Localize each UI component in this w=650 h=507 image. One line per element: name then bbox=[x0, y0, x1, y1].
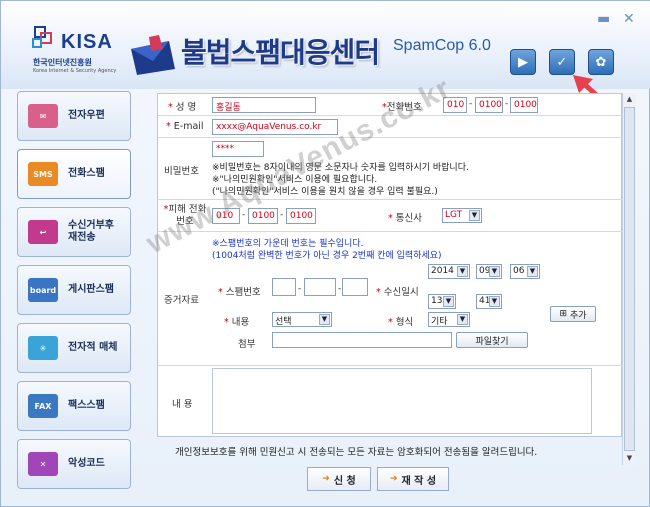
password-label: 비밀번호 bbox=[164, 166, 199, 177]
phone-sms-icon: SMS bbox=[28, 162, 58, 186]
scroll-up-icon[interactable]: ▲ bbox=[623, 93, 636, 106]
scroll-down-icon[interactable]: ▼ bbox=[623, 452, 636, 465]
close-button[interactable]: ✕ bbox=[623, 11, 635, 27]
submit-button[interactable]: ➔ 신 청 bbox=[307, 467, 371, 491]
sidebar-item-label: 팩스스팸 bbox=[68, 400, 105, 411]
month-select[interactable]: 09 ▼ bbox=[476, 264, 502, 279]
add-icon: ⊞ bbox=[559, 309, 567, 319]
puzzle-icon: ✿ bbox=[595, 54, 607, 70]
sidebar-item-resend[interactable]: ↩ 수신거부후 재전송 bbox=[17, 207, 131, 257]
victim-phone-part-3-input[interactable]: 0100 bbox=[286, 208, 316, 224]
sidebar-item-label: 게시판스팸 bbox=[68, 284, 114, 295]
sidebar-item-label: 수신거부후 재전송 bbox=[68, 220, 114, 243]
body-textarea[interactable] bbox=[212, 368, 592, 434]
form-scrollbar[interactable]: ▲ ▼ bbox=[622, 93, 636, 465]
kisa-subtitle-en: Korea Internet & Security Agency bbox=[33, 68, 117, 74]
rewrite-button[interactable]: ➔ 재 작 성 bbox=[377, 467, 449, 491]
spam-number-part-3-input[interactable] bbox=[342, 278, 368, 296]
spam-number-part-2-input[interactable] bbox=[304, 278, 336, 296]
sidebar-item-fax-spam[interactable]: FAX 팩스스팸 bbox=[17, 381, 131, 431]
document-x-icon: ✕ bbox=[28, 452, 58, 476]
chevron-down-icon: ▼ bbox=[489, 296, 500, 307]
chevron-down-icon: ▼ bbox=[469, 210, 480, 221]
sidebar-item-phone-spam[interactable]: SMS 전화스팸 bbox=[17, 149, 131, 199]
app-window: KISA 한국인터넷진흥원 Korea Internet & Security … bbox=[0, 0, 650, 507]
year-select[interactable]: 2014 ▼ bbox=[428, 264, 470, 279]
email-label: * E-mail bbox=[166, 121, 204, 132]
received-datetime-label: * 수신일시 bbox=[376, 287, 419, 298]
format-label: * 형식 bbox=[388, 317, 414, 328]
evidence-label: 증거자료 bbox=[164, 295, 199, 306]
evidence-row: 증거자료 ※스팸번호의 가운데 번호는 필수입니다. (1004처럼 완벽한 번… bbox=[158, 232, 623, 366]
minute-select[interactable]: 41 ▼ bbox=[476, 294, 502, 309]
phone-part-3-input[interactable]: 0100 bbox=[510, 97, 538, 113]
format-select[interactable]: 기타 ▼ bbox=[428, 312, 470, 327]
privacy-note: 개인정보보호를 위해 민원신고 시 전송되는 모든 자료는 암호화되어 전송됨을… bbox=[175, 447, 538, 458]
sidebar-item-email[interactable]: ✉ 전자우편 bbox=[17, 91, 131, 141]
attach-label: 첨부 bbox=[238, 339, 256, 350]
scroll-thumb[interactable] bbox=[624, 107, 635, 451]
next-button[interactable]: ▶ bbox=[510, 49, 536, 75]
content-select[interactable]: 선택 ▼ bbox=[272, 312, 332, 327]
checkmark-icon: ✓ bbox=[556, 54, 568, 70]
sidebar-item-label: 악성코드 bbox=[68, 458, 105, 469]
header: KISA 한국인터넷진흥원 Korea Internet & Security … bbox=[1, 1, 650, 89]
attach-file-input[interactable] bbox=[272, 332, 452, 348]
phone-part-2-input[interactable]: 0100 bbox=[475, 97, 503, 113]
forward-icon: ▶ bbox=[518, 54, 528, 70]
sidebar-item-label: 전자우편 bbox=[68, 110, 105, 121]
carrier-label: * 통신사 bbox=[388, 213, 423, 224]
sidebar-item-malware[interactable]: ✕ 악성코드 bbox=[17, 439, 131, 489]
envelope-logo-icon bbox=[131, 35, 175, 75]
minimize-button[interactable]: ▬ bbox=[597, 11, 610, 27]
sidebar-item-electronic-media[interactable]: ✳ 전자적 매체 bbox=[17, 323, 131, 373]
chevron-down-icon: ▼ bbox=[443, 296, 454, 307]
chevron-down-icon: ▼ bbox=[457, 266, 468, 277]
arrow-right-icon: ➔ bbox=[389, 474, 398, 484]
chevron-down-icon: ▼ bbox=[319, 314, 330, 325]
fax-icon: FAX bbox=[28, 394, 58, 418]
find-file-button[interactable]: 파일찾기 bbox=[456, 332, 528, 348]
board-icon: board bbox=[28, 278, 58, 302]
body-label: 내 용 bbox=[172, 399, 193, 410]
evidence-note-2: (1004처럼 완벽한 번호가 아닌 경우 2번째 칸에 입력하세요) bbox=[212, 251, 442, 261]
victim-phone-part-2-input[interactable]: 0100 bbox=[248, 208, 278, 224]
return-arrow-icon: ↩ bbox=[28, 220, 58, 244]
report-form: * 성 명 홍길동 *전화번호 010 - 0100 - 0100 * E-ma… bbox=[157, 93, 623, 438]
spark-icon: ✳ bbox=[28, 336, 58, 360]
day-select[interactable]: 06 ▼ bbox=[510, 264, 540, 279]
sidebar: ✉ 전자우편 SMS 전화스팸 ↩ 수신거부후 재전송 board 게시판스팸 … bbox=[17, 91, 131, 491]
kisa-mark-icon bbox=[32, 26, 52, 48]
email-icon: ✉ bbox=[28, 104, 58, 128]
spam-number-part-1-input[interactable] bbox=[272, 278, 296, 296]
app-title: 불법스팸대응센터 bbox=[181, 36, 380, 69]
kisa-logo: KISA 한국인터넷진흥원 Korea Internet & Security … bbox=[31, 21, 141, 79]
password-input[interactable]: **** bbox=[212, 141, 264, 157]
arrow-right-icon: ➔ bbox=[322, 474, 330, 484]
app-version: SpamCop 6.0 bbox=[393, 37, 491, 54]
chevron-down-icon: ▼ bbox=[527, 266, 538, 277]
carrier-select[interactable]: LGT ▼ bbox=[442, 208, 482, 223]
kisa-name: KISA bbox=[61, 31, 113, 53]
email-input[interactable]: xxxx@AquaVenus.co.kr bbox=[212, 119, 338, 135]
sidebar-item-label: 전자적 매체 bbox=[68, 342, 118, 353]
name-input[interactable]: 홍길동 bbox=[212, 97, 316, 113]
spam-number-label: * 스팸번호 bbox=[218, 287, 261, 298]
body-row: 내 용 bbox=[158, 366, 623, 438]
chevron-down-icon: ▼ bbox=[457, 314, 468, 325]
sidebar-item-label: 전화스팸 bbox=[68, 168, 105, 179]
add-button[interactable]: ⊞ 추가 bbox=[550, 306, 596, 322]
kisa-subtitle-ko: 한국인터넷진흥원 bbox=[33, 58, 92, 67]
content-label: * 내용 bbox=[224, 317, 250, 328]
hour-select[interactable]: 13 ▼ bbox=[428, 294, 456, 309]
name-label: * 성 명 bbox=[168, 102, 197, 113]
sidebar-item-board-spam[interactable]: board 게시판스팸 bbox=[17, 265, 131, 315]
chevron-down-icon: ▼ bbox=[489, 266, 500, 277]
